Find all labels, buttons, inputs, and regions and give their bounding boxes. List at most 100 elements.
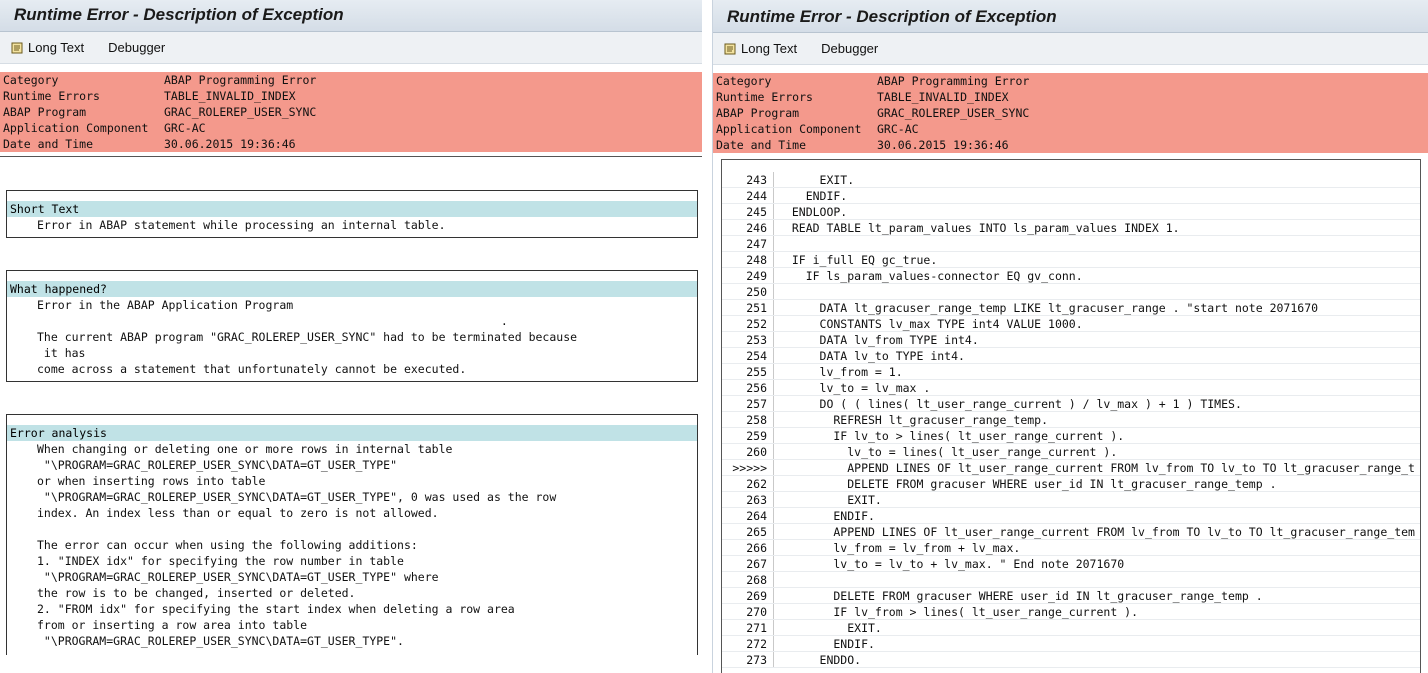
header-row: ABAP Program GRAC_ROLEREP_USER_SYNC bbox=[0, 104, 702, 120]
header-key: Runtime Errors bbox=[716, 90, 813, 104]
code-text: CONSTANTS lv_max TYPE int4 VALUE 1000. bbox=[778, 317, 1083, 331]
line-number: 257 bbox=[722, 396, 774, 411]
scroll-document-icon bbox=[723, 42, 737, 56]
text-line: "\PROGRAM=GRAC_ROLEREP_USER_SYNC\DATA=GT… bbox=[37, 634, 404, 648]
line-number: 264 bbox=[722, 508, 774, 523]
header-value: 30.06.2015 19:36:46 bbox=[164, 137, 296, 151]
source-line: 263 EXIT. bbox=[722, 492, 1420, 508]
line-number: 273 bbox=[722, 652, 774, 667]
what-happened-section: What happened? Error in the ABAP Applica… bbox=[6, 270, 698, 382]
line-number: 244 bbox=[722, 188, 774, 203]
debugger-button[interactable]: Debugger bbox=[821, 41, 878, 56]
short-text-section: Short Text Error in ABAP statement while… bbox=[6, 190, 698, 238]
source-line: 243 EXIT. bbox=[722, 172, 1420, 188]
text-line bbox=[7, 521, 697, 537]
header-value: 30.06.2015 19:36:46 bbox=[877, 138, 1009, 152]
source-line: 259 IF lv_to > lines( lt_user_range_curr… bbox=[722, 428, 1420, 444]
line-number: 252 bbox=[722, 316, 774, 331]
source-line: 245 ENDLOOP. bbox=[722, 204, 1420, 220]
error-analysis-section: Error analysis When changing or deleting… bbox=[6, 414, 698, 655]
source-line: 251 DATA lt_gracuser_range_temp LIKE lt_… bbox=[722, 300, 1420, 316]
header-key: ABAP Program bbox=[3, 105, 87, 119]
line-number: 270 bbox=[722, 604, 774, 619]
source-line: 253 DATA lv_from TYPE int4. bbox=[722, 332, 1420, 348]
code-text: ENDDO. bbox=[778, 653, 862, 667]
line-number: 253 bbox=[722, 332, 774, 347]
line-number: 245 bbox=[722, 204, 774, 219]
text-line: or when inserting rows into table bbox=[37, 474, 266, 488]
source-line: 252 CONSTANTS lv_max TYPE int4 VALUE 100… bbox=[722, 316, 1420, 332]
line-number: 246 bbox=[722, 220, 774, 235]
source-line: 267 lv_to = lv_to + lv_max. " End note 2… bbox=[722, 556, 1420, 572]
toolbar: Long Text Debugger bbox=[713, 33, 1428, 65]
header-key: Date and Time bbox=[3, 137, 94, 151]
header-row: Category ABAP Programming Error bbox=[0, 72, 702, 88]
header-row: ABAP Program GRAC_ROLEREP_USER_SYNC bbox=[713, 105, 1428, 121]
header-value: GRC-AC bbox=[164, 121, 206, 135]
header-key: Application Component bbox=[3, 121, 149, 135]
source-line: 249 IF ls_param_values-connector EQ gv_c… bbox=[722, 268, 1420, 284]
line-number: 254 bbox=[722, 348, 774, 363]
code-text: DELETE FROM gracuser WHERE user_id IN lt… bbox=[778, 477, 1277, 491]
code-text: DATA lv_from TYPE int4. bbox=[778, 333, 979, 347]
source-line: 244 ENDIF. bbox=[722, 188, 1420, 204]
header-value: GRC-AC bbox=[877, 122, 919, 136]
error-header-table: Category ABAP Programming Error Runtime Er… bbox=[0, 72, 702, 152]
debugger-label: Debugger bbox=[108, 40, 166, 55]
scroll-document-icon bbox=[10, 41, 24, 55]
source-line: 247 bbox=[722, 236, 1420, 252]
line-number: 269 bbox=[722, 588, 774, 603]
header-value: ABAP Programming Error bbox=[164, 73, 317, 87]
text-line: from or inserting a row area into table bbox=[37, 618, 308, 632]
header-value: GRAC_ROLEREP_USER_SYNC bbox=[877, 106, 1030, 120]
header-value: GRAC_ROLEREP_USER_SYNC bbox=[164, 105, 317, 119]
left-error-panel: Runtime Error - Description of Exception… bbox=[0, 0, 702, 655]
text-line: "\PROGRAM=GRAC_ROLEREP_USER_SYNC\DATA=GT… bbox=[37, 458, 398, 472]
source-line: 271 EXIT. bbox=[722, 620, 1420, 636]
source-line: 256 lv_to = lv_max . bbox=[722, 380, 1420, 396]
header-row: Runtime Errors TABLE_INVALID_INDEX bbox=[713, 89, 1428, 105]
code-text: lv_to = lv_max . bbox=[778, 381, 931, 395]
source-line: 257 DO ( ( lines( lt_user_range_current … bbox=[722, 396, 1420, 412]
header-value: ABAP Programming Error bbox=[877, 74, 1030, 88]
source-line: 254 DATA lv_to TYPE int4. bbox=[722, 348, 1420, 364]
source-code-excerpt: 243 EXIT. 244 ENDIF. 245 ENDLOOP. 246 READ … bbox=[721, 159, 1421, 673]
source-line: 266 lv_from = lv_from + lv_max. bbox=[722, 540, 1420, 556]
debugger-button[interactable]: Debugger bbox=[108, 40, 165, 55]
text-line: The current ABAP program "GRAC_ROLEREP_U… bbox=[37, 330, 578, 344]
header-row: Category ABAP Programming Error bbox=[713, 73, 1428, 89]
code-text: DATA lv_to TYPE int4. bbox=[778, 349, 965, 363]
header-key: Category bbox=[716, 74, 772, 88]
line-number: 272 bbox=[722, 636, 774, 651]
source-line: 272 ENDIF. bbox=[722, 636, 1420, 652]
text-line: . bbox=[37, 314, 508, 328]
header-key: Category bbox=[3, 73, 59, 87]
header-key: Runtime Errors bbox=[3, 89, 100, 103]
header-key: Application Component bbox=[716, 122, 862, 136]
source-line: 255 lv_from = 1. bbox=[722, 364, 1420, 380]
section-heading: Short Text bbox=[7, 201, 697, 217]
text-line: When changing or deleting one or more ro… bbox=[37, 442, 453, 456]
source-line: 264 ENDIF. bbox=[722, 508, 1420, 524]
panel-gap bbox=[702, 0, 712, 673]
text-line: index. An index less than or equal to ze… bbox=[37, 506, 439, 520]
debugger-label: Debugger bbox=[821, 41, 879, 56]
code-text: EXIT. bbox=[778, 173, 855, 187]
source-line: 258 REFRESH lt_gracuser_range_temp. bbox=[722, 412, 1420, 428]
source-line: 265 APPEND LINES OF lt_user_range_curren… bbox=[722, 524, 1420, 540]
source-line: 250 bbox=[722, 284, 1420, 300]
source-line: 268 bbox=[722, 572, 1420, 588]
code-text: lv_to = lines( lt_user_range_current ). bbox=[778, 445, 1118, 459]
code-text: IF ls_param_values-connector EQ gv_conn. bbox=[778, 269, 1083, 283]
header-row: Application Component GRC-AC bbox=[0, 120, 702, 136]
long-text-button[interactable]: Long Text bbox=[723, 41, 797, 56]
long-text-button[interactable]: Long Text bbox=[10, 40, 84, 55]
line-number: 268 bbox=[722, 572, 774, 587]
code-text: READ TABLE lt_param_values INTO ls_param… bbox=[778, 221, 1180, 235]
source-line: 273 ENDDO. bbox=[722, 652, 1420, 668]
code-text: lv_to = lv_to + lv_max. " End note 20716… bbox=[778, 557, 1125, 571]
line-number: 250 bbox=[722, 284, 774, 299]
code-text: REFRESH lt_gracuser_range_temp. bbox=[778, 413, 1049, 427]
source-line: 246 READ TABLE lt_param_values INTO ls_p… bbox=[722, 220, 1420, 236]
source-line: 260 lv_to = lines( lt_user_range_current… bbox=[722, 444, 1420, 460]
